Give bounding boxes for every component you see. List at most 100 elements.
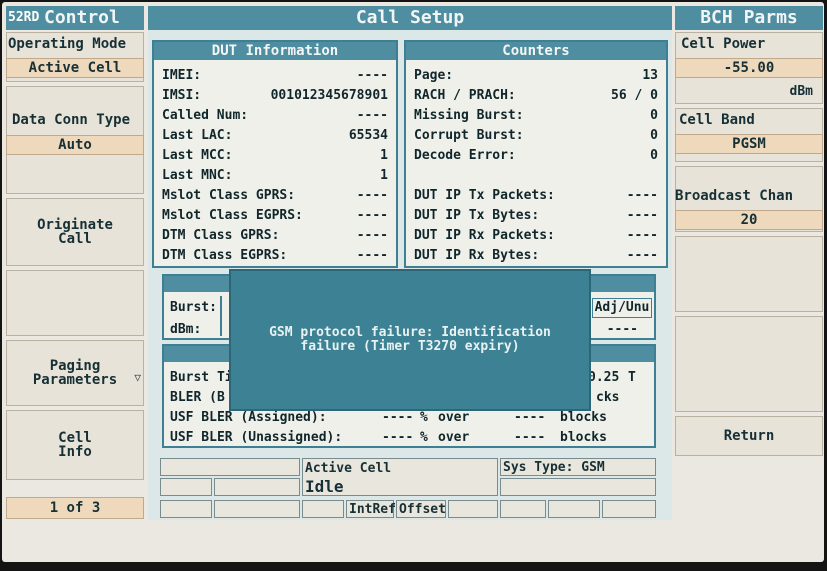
intref-label: IntRef [349,502,396,517]
originate-call-label: Originate Call [37,217,113,247]
adj-value: ---- [606,322,638,337]
status-cell [500,500,546,518]
cell-info-button[interactable]: Cell Info [6,410,144,480]
control-header-label: Control [44,7,120,28]
bch-parms-header: BCH Parms [675,6,823,30]
counter-value: 56 / 0 [611,88,658,103]
dut-row-label: IMEI: [162,68,202,83]
dut-info-panel: DUT Information IMEI: ---- IMSI: 001012345… [152,40,398,268]
paging-parameters-button[interactable]: Paging Parameters ▽ [6,340,144,406]
usf-assigned-pct: % [420,410,428,425]
dut-row-value: ---- [356,108,388,123]
status-cell [448,500,498,518]
status-cell [548,500,600,518]
dut-row-value: ---- [356,188,388,203]
dut-row-value: 65534 [348,128,388,143]
cell-power-title: Cell Power [681,36,766,52]
dut-row-label: Mslot Class GPRS: [162,188,296,203]
status-cell [214,500,300,518]
dut-row: Last LAC: 65534 [162,126,388,146]
counter-row: DUT IP Tx Bytes: ---- [414,206,658,226]
dut-row-value: ---- [356,208,388,223]
cell-info-label: Cell Info [58,430,92,460]
dut-row-label: DTM Class EGPRS: [162,248,288,263]
usf-assigned-over: over [438,410,470,425]
operating-mode-title: Operating Mode [8,36,127,52]
counter-row: Decode Error: 0 [414,146,658,166]
counter-row: DUT IP Tx Packets: ---- [414,186,658,206]
dut-row-label: Mslot Class EGPRS: [162,208,303,223]
counter-row: Missing Burst: 0 [414,106,658,126]
dut-row-label: Last MNC: [162,168,233,183]
sys-type-label: Sys Type: GSM [503,460,605,475]
counter-value: ---- [626,248,658,263]
counter-row: DUT IP Rx Bytes: ---- [414,246,658,266]
counter-label: Missing Burst: [414,108,524,123]
blank-softkey-right-2[interactable] [675,316,823,412]
counter-label: Page: [414,68,454,83]
status-cell [500,478,656,496]
paging-parameters-label: Paging Parameters [32,358,118,388]
blank-softkey-right-1[interactable] [675,236,823,312]
counter-value: 13 [642,68,658,83]
cell-band-title: Cell Band [679,112,755,128]
burst-label: Burst: [170,300,217,315]
dut-row-value: 1 [380,148,388,163]
return-button[interactable]: Return [675,416,823,456]
page-indicator[interactable]: 1 of 3 [6,497,144,519]
usf-unassigned-label: USF BLER (Unassigned): [170,430,343,445]
sys-type-status: Sys Type: GSM [500,458,656,476]
dut-info-title: DUT Information [154,42,396,60]
dut-row: Called Num: ---- [162,106,388,126]
counters-title: Counters [406,42,666,60]
dbm-label: dBm: [170,322,202,337]
blank-softkey-left[interactable] [6,270,144,336]
dut-row: DTM Class GPRS: ---- [162,226,388,246]
data-conn-type-value[interactable]: Auto [6,135,144,155]
broadcast-chan-value[interactable]: 20 [675,210,823,230]
counter-label: DUT IP Tx Packets: [414,188,555,203]
counter-value: ---- [626,208,658,223]
active-cell-value: Idle [305,477,344,496]
usf-unassigned-pct: % [420,430,428,445]
dut-row: Mslot Class EGPRS: ---- [162,206,388,226]
counters-panel: Counters Page: 13 RACH / PRACH: 56 / 0 Mis… [404,40,668,268]
counter-row: Page: 13 [414,66,658,86]
counter-row: RACH / PRACH: 56 / 0 [414,86,658,106]
cell-band-value[interactable]: PGSM [675,134,823,154]
dut-row-label: IMSI: [162,88,202,103]
burst-timing-unit: T [628,370,636,385]
counter-label: DUT IP Rx Bytes: [414,248,540,263]
intref-indicator: IntRef [346,500,396,518]
control-header: 52RD Control [6,6,144,30]
offset-indicator: Offset [396,500,446,518]
cell-power-value[interactable]: -55.00 [675,58,823,78]
broadcast-chan-title: Broadcast Chan [675,188,794,204]
left-softkey-column: 52RD Control Operating Mode Active Cell … [6,6,144,520]
dut-row-value: ---- [356,228,388,243]
dut-row-label: Last MCC: [162,148,233,163]
status-cell [160,478,212,496]
status-cell [302,500,344,518]
burst-timing-label: Burst Ti [170,370,233,385]
usf-unassigned-over: over [438,430,470,445]
status-cell [160,500,212,518]
adj-label: Adj/Unu [592,298,652,318]
dut-row-value: ---- [356,248,388,263]
active-cell-status: Active Cell Idle [302,458,498,496]
status-cell [160,458,300,476]
counter-label: RACH / PRACH: [414,88,516,103]
cell-power-unit: dBm [789,84,813,99]
status-cell [602,500,656,518]
operating-mode-value[interactable]: Active Cell [6,58,144,78]
originate-call-button[interactable]: Originate Call [6,198,144,266]
dut-row: IMSI: 001012345678901 [162,86,388,106]
watermark: 52RD [8,10,40,25]
usf-unassigned-count: ---- [514,430,546,445]
usf-unassigned-blocks: blocks [560,430,607,445]
call-setup-screen: Call Setup DUT Information IMEI: ---- IMS… [148,6,672,520]
dut-row-value: 001012345678901 [270,88,388,103]
burst-timing-value: 0.25 [588,370,620,385]
counter-label: Decode Error: [414,148,516,163]
usf-unassigned-value: ---- [382,430,414,445]
